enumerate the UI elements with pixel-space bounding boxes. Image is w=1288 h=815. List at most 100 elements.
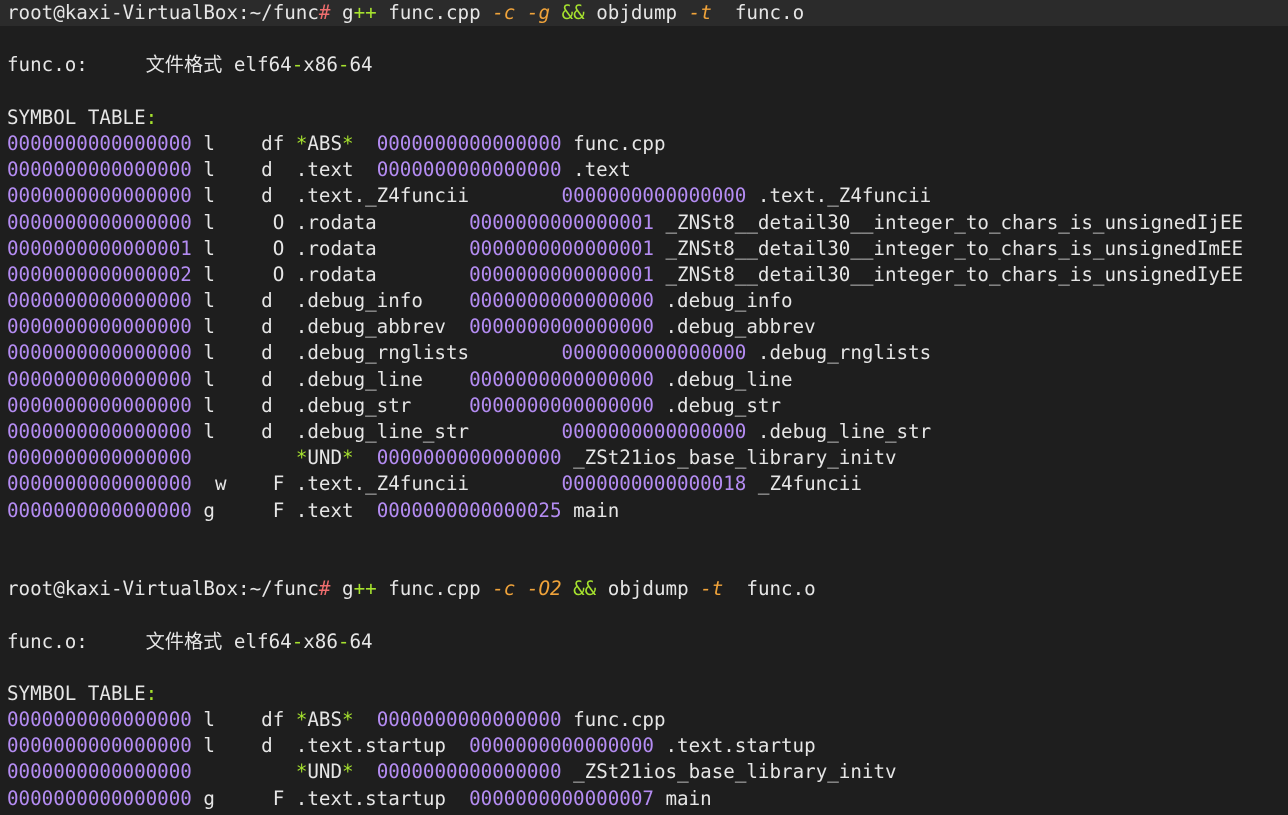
terminal-text-segment: x86 <box>303 53 338 77</box>
terminal-line: root@kaxi-VirtualBox:~/func# g++ func.cp… <box>7 576 1288 602</box>
terminal-text-segment: 0000000000000000 <box>469 289 654 313</box>
terminal-line: 0000000000000000 l d .debug_str 00000000… <box>7 393 1288 419</box>
terminal-text-segment: .debug_info <box>653 289 793 313</box>
terminal-line: 0000000000000000 g F .text.startup 00000… <box>7 786 1288 812</box>
terminal-text-segment: 0000000000000000 <box>7 708 192 732</box>
terminal-text-segment: l O .rodata <box>191 236 470 260</box>
terminal-window[interactable]: root@kaxi-VirtualBox:~/func# g++ func.cp… <box>0 0 1288 815</box>
terminal-text-segment: 0000000000000000 <box>469 393 654 417</box>
terminal-text-segment: l df <box>191 708 296 732</box>
terminal-text-segment: 0000000000000001 <box>469 236 654 260</box>
terminal-line: 0000000000000000 l d .text 0000000000000… <box>7 157 1288 183</box>
terminal-text-segment: g <box>330 1 354 24</box>
terminal-text-segment: SYMBOL TABLE <box>7 681 146 705</box>
terminal-text-segment: l d .debug_str <box>191 393 470 417</box>
terminal-text-segment: _ZSt21ios_base_library_initv <box>561 760 897 784</box>
terminal-text-segment: l d .debug_rnglists <box>191 341 562 365</box>
terminal-text-segment: * <box>295 760 308 784</box>
terminal-text-segment: # <box>318 577 331 601</box>
terminal-text-segment: 0000000000000000 <box>7 760 192 784</box>
terminal-text-segment: * <box>342 760 354 784</box>
terminal-text-segment: func.cpp <box>561 708 666 732</box>
terminal-text-segment: 0000000000000000 <box>561 420 747 443</box>
terminal-text-segment: ABS <box>307 708 343 732</box>
terminal-text-segment: func.cpp <box>376 1 493 24</box>
terminal-text-segment: && <box>573 577 597 601</box>
terminal-text-segment: -t <box>700 577 724 601</box>
terminal-text-segment: main <box>653 786 712 810</box>
terminal-text-segment: main <box>561 498 620 522</box>
terminal-text-segment: 0000000000000000 <box>7 420 192 443</box>
terminal-text-segment: g F .text <box>191 498 377 522</box>
terminal-text-segment: .debug_abbrev <box>653 315 816 339</box>
terminal-text-segment: objdump <box>596 577 701 601</box>
terminal-text-segment: # <box>318 1 331 24</box>
terminal-text-segment: 0000000000000000 <box>469 367 654 391</box>
terminal-line: 0000000000000000 l df *ABS* 000000000000… <box>7 707 1288 733</box>
terminal-text-segment: func.o: <box>7 53 146 77</box>
terminal-text-segment: 0000000000000000 <box>7 786 192 810</box>
terminal-text-segment: : <box>145 681 158 705</box>
terminal-text-segment: 0000000000000000 <box>376 760 562 784</box>
terminal-text-segment: root@kaxi-VirtualBox:~/func <box>7 577 319 601</box>
terminal-text-segment: 0000000000000000 <box>561 341 747 365</box>
terminal-text-segment: -g <box>526 1 550 24</box>
terminal-text-segment: x86 <box>303 629 338 653</box>
terminal-text-segment: -O2 <box>526 577 562 601</box>
terminal-line: 0000000000000000 l df *ABS* 000000000000… <box>7 131 1288 157</box>
terminal-text-segment: root@kaxi-VirtualBox:~/func <box>7 1 319 24</box>
terminal-line: 0000000000000000 g F .text 0000000000000… <box>7 498 1288 524</box>
terminal-text-segment: func.cpp <box>561 131 666 155</box>
terminal-text-segment: 0000000000000000 <box>7 393 192 417</box>
terminal-text-segment: ++ <box>353 1 377 24</box>
terminal-text-segment: 0000000000000000 <box>376 131 562 155</box>
terminal-text-segment: .text <box>561 158 631 182</box>
terminal-line: 0000000000000000 l d .debug_abbrev 00000… <box>7 314 1288 340</box>
terminal-line: 0000000000000000 l O .rodata 00000000000… <box>7 210 1288 236</box>
terminal-line: 0000000000000000 *UND* 0000000000000000 … <box>7 445 1288 471</box>
terminal-text-segment: _ZNSt8__detail30__integer_to_chars_is_un… <box>653 210 1244 234</box>
terminal-text-segment: 0000000000000000 <box>7 184 192 208</box>
terminal-text-segment: 0000000000000000 <box>376 158 562 182</box>
terminal-text-segment: - <box>291 53 304 77</box>
terminal-text-segment: l d .debug_info <box>191 289 470 313</box>
terminal-text-segment: g F .text.startup <box>191 786 470 810</box>
terminal-text-segment: 0000000000000000 <box>469 315 654 339</box>
terminal-text-segment: 0000000000000025 <box>376 498 562 522</box>
terminal-text-segment: func.cpp <box>376 577 493 601</box>
terminal-text-segment: 0000000000000000 <box>7 341 192 365</box>
terminal-text-segment: l O .rodata <box>191 210 470 234</box>
terminal-text-segment: 0000000000000000 <box>7 210 192 234</box>
terminal-text-segment: : <box>145 105 158 129</box>
terminal-line: 0000000000000000 w F .text._Z4funcii 000… <box>7 471 1288 497</box>
terminal-text-segment: 0000000000000007 <box>469 786 654 810</box>
terminal-line: 0000000000000000 l d .debug_info 0000000… <box>7 288 1288 314</box>
terminal-text-segment: .debug_rnglists <box>746 341 932 365</box>
terminal-text-segment: ++ <box>353 577 377 601</box>
terminal-line: func.o: 文件格式 elf64-x86-64 <box>7 52 1288 78</box>
terminal-text-segment: UND <box>307 760 343 784</box>
terminal-text-segment: ABS <box>307 131 343 155</box>
terminal-text-segment: 64 <box>349 53 373 77</box>
terminal-text-segment: * <box>295 708 308 732</box>
terminal-text-segment: * <box>295 446 308 470</box>
terminal-line: 0000000000000000 l d .debug_line_str 000… <box>7 419 1288 445</box>
terminal-text-segment: _ZNSt8__detail30__integer_to_chars_is_un… <box>653 262 1244 286</box>
terminal-text-segment: * <box>295 131 308 155</box>
terminal-text-segment: l d .debug_line <box>191 367 470 391</box>
terminal-text-segment: func.o <box>711 1 805 24</box>
terminal-text-segment: 0000000000000000 <box>469 734 654 758</box>
terminal-text-segment: l O .rodata <box>191 262 470 286</box>
terminal-text-segment: 64 <box>349 629 373 653</box>
terminal-text-segment: .debug_line_str <box>746 420 932 443</box>
terminal-text-segment: objdump <box>584 1 689 24</box>
terminal-text-segment: 0000000000000000 <box>7 498 192 522</box>
